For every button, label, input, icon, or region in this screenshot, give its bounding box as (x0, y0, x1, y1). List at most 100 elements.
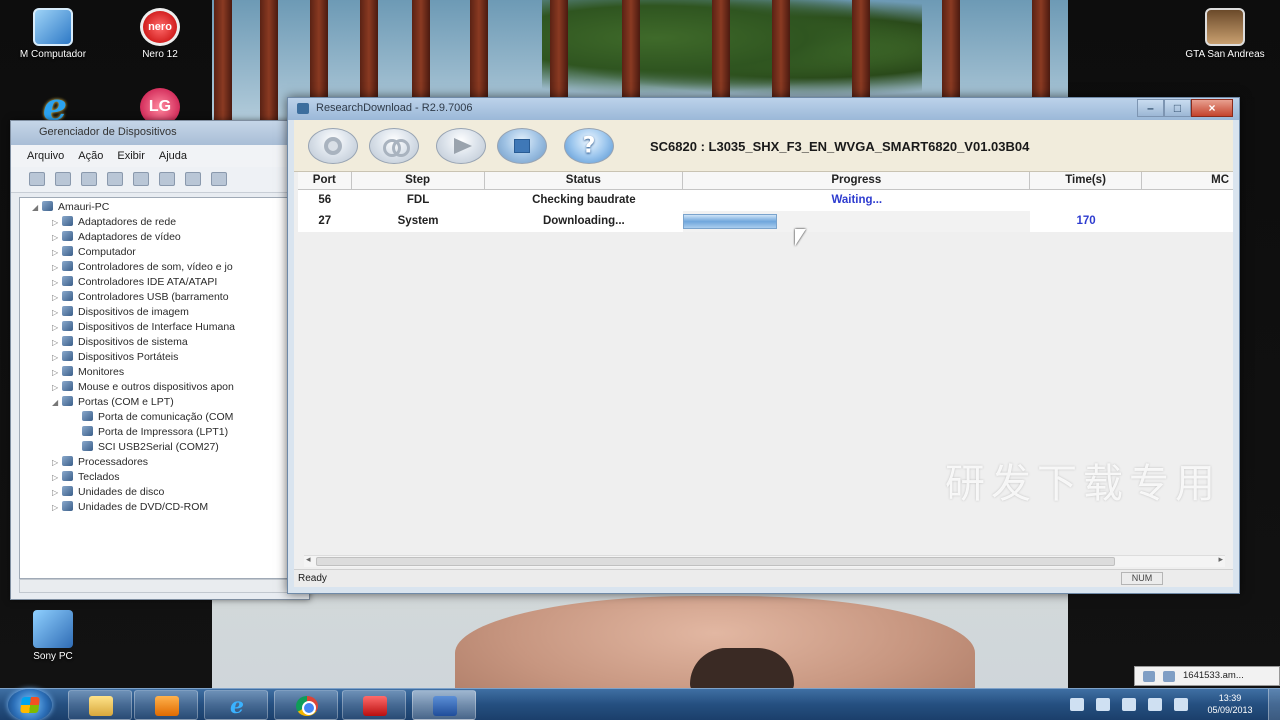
close-button[interactable]: × (1191, 99, 1233, 117)
tree-expander-icon[interactable]: ◢ (52, 395, 62, 410)
help-icon[interactable] (133, 172, 149, 186)
column-header-step[interactable]: Step (352, 172, 485, 189)
scan-hardware-icon[interactable] (159, 172, 175, 186)
device-tree-horizontal-scrollbar[interactable] (19, 579, 303, 593)
flag-icon[interactable] (1148, 698, 1162, 711)
tree-expander-icon[interactable]: ▷ (52, 380, 62, 395)
network-icon[interactable] (1070, 698, 1084, 711)
taskbar-chrome[interactable] (274, 690, 338, 720)
stop-downloading-button[interactable] (497, 128, 547, 164)
research-download-client: ? SC6820 : L3035_SHX_F3_EN_WVGA_SMART682… (294, 120, 1233, 587)
stop-downloading-icon (514, 139, 530, 153)
tree-item[interactable]: ◢ Portas (COM e LPT) (20, 395, 302, 410)
menu-item-arquivo[interactable]: Arquivo (27, 150, 64, 162)
menu-item-exibir[interactable]: Exibir (117, 150, 145, 162)
tree-expander-icon[interactable]: ◢ (32, 200, 42, 215)
tree-expander-icon[interactable]: ▷ (52, 335, 62, 350)
tree-item[interactable]: ▷ Controladores de som, vídeo e jo (20, 260, 302, 275)
tree-item[interactable]: ▷ Controladores USB (barramento (20, 290, 302, 305)
load-packet-button[interactable] (369, 128, 419, 164)
tree-expander-icon[interactable]: ▷ (52, 365, 62, 380)
tree-item[interactable]: ▷ Dispositivos de imagem (20, 305, 302, 320)
tree-item[interactable]: ▷ Teclados (20, 470, 302, 485)
tree-expander-icon[interactable]: ▷ (52, 260, 62, 275)
volume-icon[interactable] (1122, 698, 1136, 711)
help-button[interactable]: ? (564, 128, 614, 164)
tree-item[interactable]: ▷ Dispositivos Portáteis (20, 350, 302, 365)
tree-item[interactable]: Porta de Impressora (LPT1) (20, 425, 302, 440)
tree-expander-icon[interactable]: ▷ (52, 230, 62, 245)
tree-expander-icon[interactable]: ▷ (52, 500, 62, 515)
device-manager-window[interactable]: Gerenciador de Dispositivos Arquivo Ação… (10, 120, 310, 600)
tree-expander-icon[interactable]: ▷ (52, 470, 62, 485)
minimize-button[interactable]: – (1137, 99, 1164, 117)
scroll-left-icon[interactable]: ◂ (306, 554, 311, 565)
desktop-icon-computer[interactable]: M Computador (8, 8, 98, 60)
taskbar-app-red[interactable] (342, 690, 406, 720)
tree-expander-icon[interactable]: ▷ (52, 305, 62, 320)
tree-item[interactable]: ▷ Unidades de disco (20, 485, 302, 500)
column-header-time[interactable]: Time(s) (1030, 172, 1142, 189)
scroll-right-icon[interactable]: ▸ (1218, 554, 1223, 565)
back-icon[interactable] (29, 172, 45, 186)
tree-item-label: Monitores (78, 366, 125, 378)
device-manager-titlebar[interactable]: Gerenciador de Dispositivos (11, 121, 309, 145)
menu-item-ajuda[interactable]: Ajuda (159, 150, 187, 162)
tree-item[interactable]: ▷ Adaptadores de vídeo (20, 230, 302, 245)
start-downloading-button[interactable] (436, 128, 486, 164)
update-driver-icon[interactable] (185, 172, 201, 186)
table-row[interactable]: 56 FDL Checking baudrate Waiting... (298, 190, 1233, 211)
forward-icon[interactable] (55, 172, 71, 186)
desktop-icon-gta[interactable]: GTA San Andreas (1180, 8, 1270, 60)
taskbar-research-download[interactable] (412, 690, 476, 720)
tray-notification[interactable]: 1641533.am... (1134, 666, 1280, 686)
tree-item[interactable]: ▷ Adaptadores de rede (20, 215, 302, 230)
tree-item[interactable]: ▷ Processadores (20, 455, 302, 470)
clock[interactable]: 13:39 05/09/2013 (1200, 692, 1260, 716)
taskbar-media-player[interactable] (134, 690, 198, 720)
tree-item[interactable]: ▷ Monitores (20, 365, 302, 380)
tree-expander-icon[interactable]: ▷ (52, 215, 62, 230)
tree-item[interactable]: Porta de comunicação (COM (20, 410, 302, 425)
tree-item[interactable]: ▷ Computador (20, 245, 302, 260)
device-category-icon (62, 231, 73, 241)
tree-expander-icon[interactable]: ▷ (52, 455, 62, 470)
desktop-icon-nero[interactable]: nero Nero 12 (115, 8, 205, 60)
taskbar-internet-explorer[interactable]: e (204, 690, 268, 720)
show-desktop-button[interactable] (1268, 689, 1280, 720)
tree-expander-icon[interactable]: ▷ (52, 350, 62, 365)
uninstall-device-icon[interactable] (211, 172, 227, 186)
chevron-left-icon[interactable] (1096, 698, 1110, 711)
speaker-icon[interactable] (1174, 698, 1188, 711)
settings-button[interactable] (308, 128, 358, 164)
tree-item[interactable]: ▷ Dispositivos de sistema (20, 335, 302, 350)
tree-item[interactable]: ▷ Controladores IDE ATA/ATAPI (20, 275, 302, 290)
tree-expander-icon[interactable]: ▷ (52, 320, 62, 335)
windows-logo-icon (20, 697, 40, 713)
tree-item[interactable]: ▷ Unidades de DVD/CD-ROM (20, 500, 302, 515)
research-download-titlebar[interactable]: ResearchDownload - R2.9.7006 – □ × (288, 98, 1239, 120)
properties-icon[interactable] (107, 172, 123, 186)
tree-item[interactable]: ▷ Mouse e outros dispositivos apon (20, 380, 302, 395)
tree-expander-icon[interactable]: ▷ (52, 275, 62, 290)
taskbar-explorer[interactable] (68, 690, 132, 720)
scrollbar-thumb[interactable] (316, 557, 1115, 566)
research-download-window[interactable]: ResearchDownload - R2.9.7006 – □ × ? SC6… (287, 97, 1240, 594)
grid-horizontal-scrollbar[interactable]: ◂ ▸ (304, 554, 1225, 567)
start-button[interactable] (8, 689, 52, 720)
tree-expander-icon[interactable]: ▷ (52, 245, 62, 260)
tree-expander-icon[interactable]: ▷ (52, 485, 62, 500)
maximize-button[interactable]: □ (1164, 99, 1191, 117)
column-header-port[interactable]: Port (298, 172, 352, 189)
menu-item-acao[interactable]: Ação (78, 150, 103, 162)
show-hide-console-tree-icon[interactable] (81, 172, 97, 186)
tree-item[interactable]: ▷ Dispositivos de Interface Humana (20, 320, 302, 335)
column-header-status[interactable]: Status (485, 172, 684, 189)
tree-item[interactable]: ◢ Amauri-PC (20, 200, 302, 215)
tree-expander-icon[interactable]: ▷ (52, 290, 62, 305)
tree-item[interactable]: SCI USB2Serial (COM27) (20, 440, 302, 455)
desktop-icon-sony-pc[interactable]: Sony PC (8, 610, 98, 662)
column-header-progress[interactable]: Progress (683, 172, 1031, 189)
column-header-mc[interactable]: MC (1142, 172, 1233, 189)
table-row[interactable]: 27 System Downloading... 170 (298, 211, 1233, 232)
